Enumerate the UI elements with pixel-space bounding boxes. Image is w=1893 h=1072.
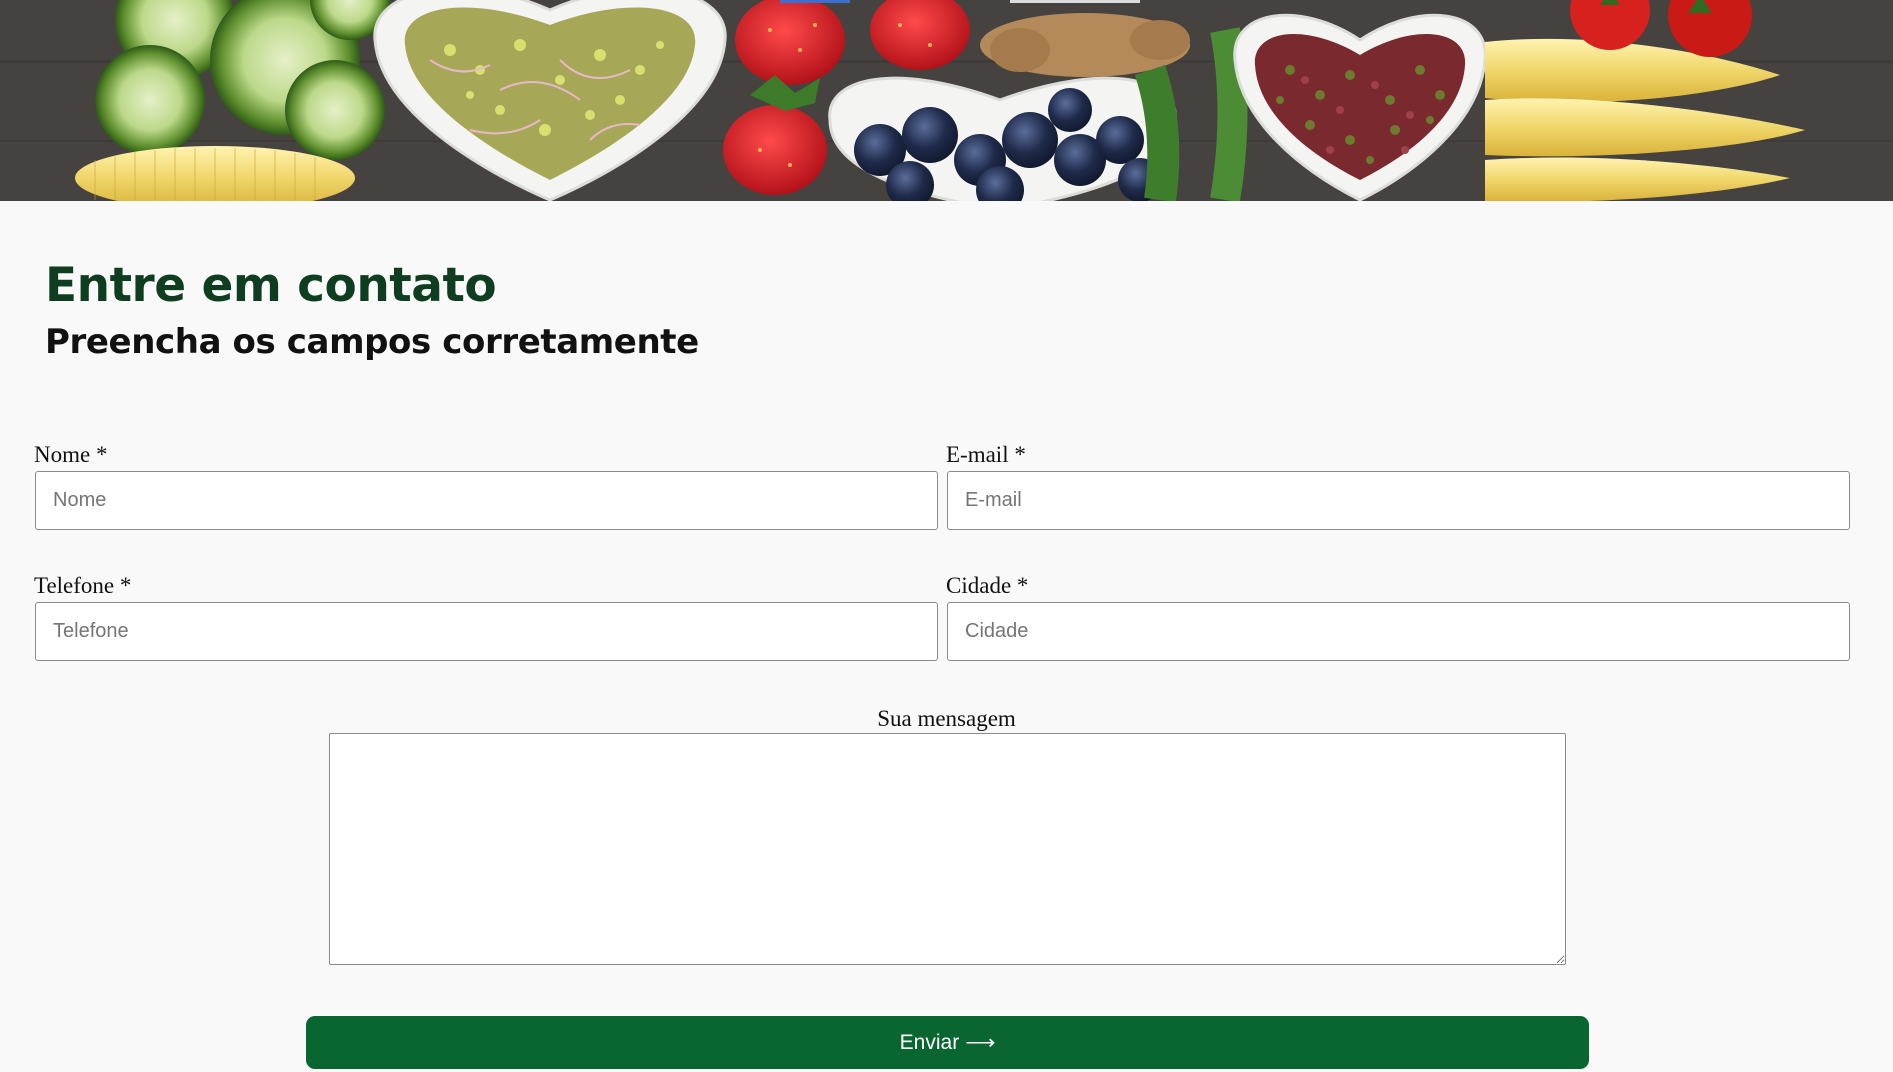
send-button-label: Enviar xyxy=(899,1030,960,1054)
city-label: Cidade * xyxy=(946,573,1029,598)
email-input[interactable] xyxy=(947,471,1850,530)
message-textarea[interactable] xyxy=(329,733,1566,965)
city-input[interactable] xyxy=(947,602,1850,661)
name-input[interactable] xyxy=(35,471,938,530)
email-label: E-mail * xyxy=(946,442,1026,467)
name-label: Nome * xyxy=(34,442,108,467)
send-button[interactable]: Enviar ⟶ xyxy=(306,1016,1589,1069)
phone-label: Telefone * xyxy=(34,573,132,598)
hero-banner xyxy=(0,0,1893,201)
page-title: Entre em contato xyxy=(45,258,497,313)
phone-input[interactable] xyxy=(35,602,938,661)
message-label: Sua mensagem xyxy=(877,706,1016,731)
arrow-right-icon: ⟶ xyxy=(965,1031,996,1054)
vegetables-image xyxy=(0,0,1893,201)
page-subtitle: Preencha os campos corretamente xyxy=(45,322,699,362)
